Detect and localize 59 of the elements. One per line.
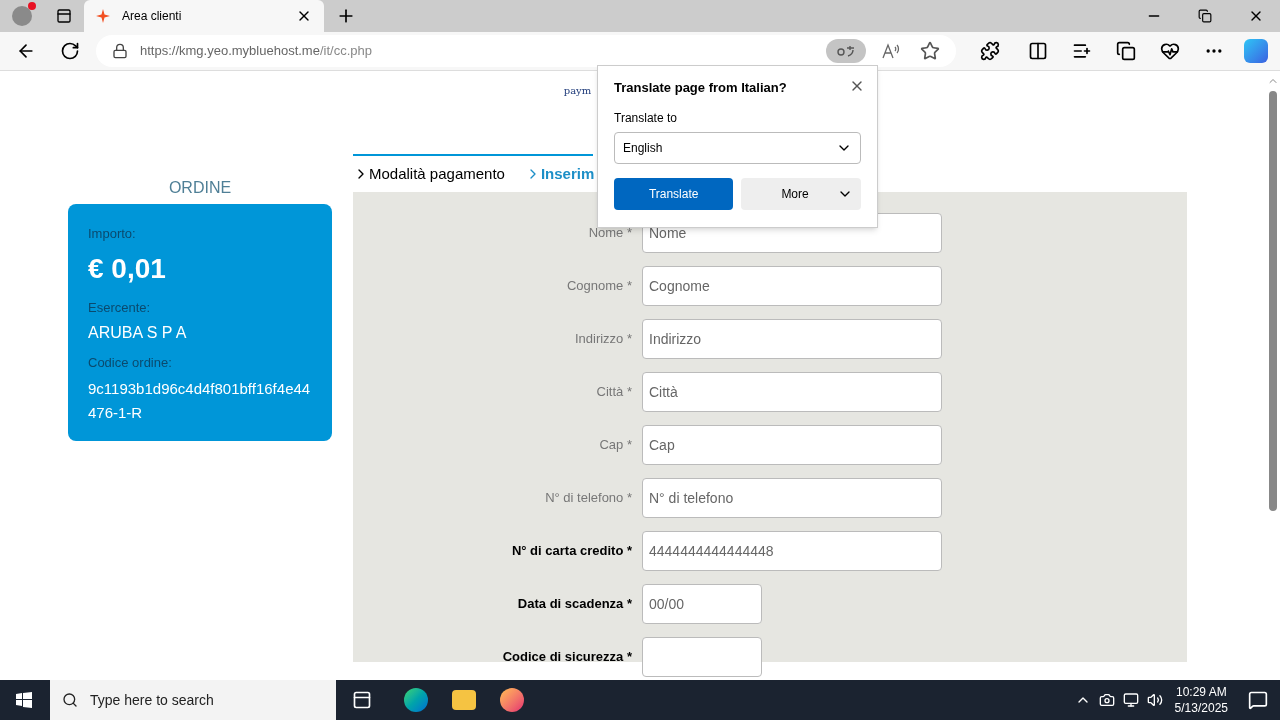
input-field[interactable]: N° di telefono xyxy=(642,478,942,518)
split-screen-icon[interactable] xyxy=(1028,41,1048,61)
browser-tab[interactable]: Area clienti xyxy=(84,0,324,32)
windows-icon[interactable] xyxy=(16,692,32,708)
step-tab[interactable]: Modalità pagamento xyxy=(353,162,505,186)
order-code: 9c1193b1d96c4d4f801bff16f4e44476-1-R xyxy=(88,378,312,423)
collections-icon[interactable] xyxy=(1116,41,1136,61)
network-icon[interactable] xyxy=(1122,692,1139,708)
field-label: Data di scadenza * xyxy=(516,595,633,614)
tab-actions-icon[interactable] xyxy=(56,8,72,24)
header-text: paym xyxy=(563,84,592,98)
input-field[interactable]: Cap xyxy=(642,425,942,465)
search-icon xyxy=(62,692,78,708)
field-label: Cognome * xyxy=(565,277,633,296)
field-label: Indirizzo * xyxy=(573,330,633,349)
input-field[interactable]: 00/00 xyxy=(642,584,762,624)
translate-button[interactable]: Translate xyxy=(614,177,734,210)
clock-date: 5/13/2025 xyxy=(1174,700,1228,716)
read-aloud-icon[interactable] xyxy=(882,43,900,59)
popup-title: Translate page from Italian? xyxy=(614,79,787,97)
input-field[interactable]: Indirizzo xyxy=(642,319,942,359)
translate-to-label: Translate to xyxy=(614,109,678,126)
sparkle-icon xyxy=(96,9,110,23)
folder-icon[interactable] xyxy=(452,690,476,710)
field-label: Codice di sicurezza * xyxy=(501,648,633,667)
field-label: Cap * xyxy=(598,436,633,455)
taskbar-search[interactable]: Type here to search xyxy=(50,680,336,720)
task-view-icon[interactable] xyxy=(352,690,372,710)
refresh-icon[interactable] xyxy=(60,41,80,61)
clock-time: 10:29 AM xyxy=(1175,684,1227,700)
language-select[interactable]: English xyxy=(614,131,861,164)
notifications-icon[interactable] xyxy=(1248,690,1268,710)
input-field[interactable]: Cognome xyxy=(642,266,942,306)
field-label: N° di carta credito * xyxy=(510,542,633,561)
lock-icon xyxy=(112,43,128,59)
order-title: ORDINE xyxy=(167,178,233,198)
step-tab[interactable]: Inserim xyxy=(524,162,595,186)
browser-essentials-icon[interactable] xyxy=(1160,41,1180,61)
favorites-icon[interactable] xyxy=(1072,41,1092,61)
field-label: Città * xyxy=(595,383,633,402)
favorite-icon[interactable] xyxy=(920,41,940,61)
extensions-icon[interactable] xyxy=(980,41,1000,61)
camera-icon[interactable] xyxy=(1098,692,1115,708)
url-text: https://kmg.yeo.mybluehost.me/it/cc.php xyxy=(140,42,372,61)
field-label: Nome * xyxy=(587,224,633,243)
merchant-label: Esercente: xyxy=(88,298,152,317)
field-label: N° di telefono * xyxy=(544,489,633,508)
more-button[interactable]: More xyxy=(741,177,861,210)
amount: € 0,01 xyxy=(88,251,167,286)
input-field[interactable]: Città xyxy=(642,372,942,412)
tab-title: Area clienti xyxy=(122,8,183,24)
address-bar[interactable]: https://kmg.yeo.mybluehost.me/it/cc.php xyxy=(96,35,956,67)
restore-icon[interactable] xyxy=(1198,9,1212,23)
amount-label: Importo: xyxy=(88,225,137,243)
merchant: ARUBA S P A xyxy=(88,323,188,343)
order-code-label: Codice ordine: xyxy=(88,354,173,372)
input-field[interactable] xyxy=(642,637,762,677)
volume-icon[interactable] xyxy=(1146,692,1163,708)
input-field[interactable]: 4444444444444448 xyxy=(642,531,942,571)
